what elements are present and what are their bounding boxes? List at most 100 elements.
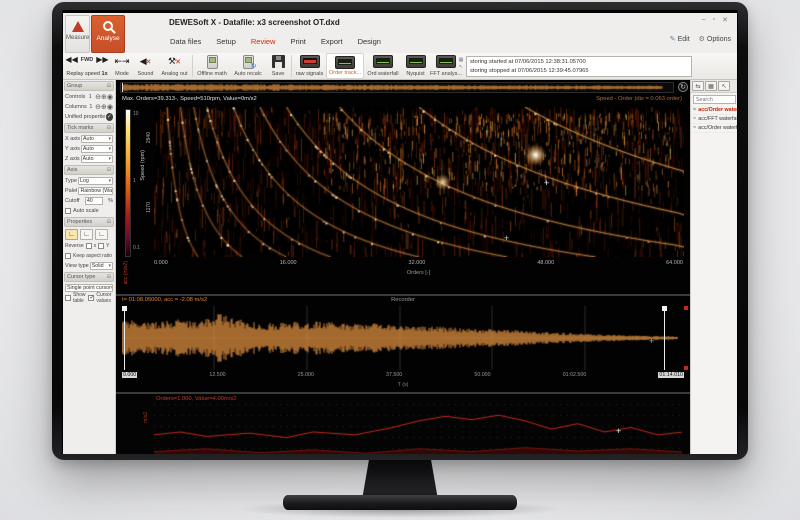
waveform-icon: ≈ bbox=[693, 125, 696, 131]
menu-design[interactable]: Design bbox=[358, 37, 381, 46]
collapse-icon[interactable]: ⊟ bbox=[107, 219, 111, 225]
keep-aspect-checkbox[interactable] bbox=[65, 253, 71, 259]
offline-math-button[interactable]: Offline math bbox=[194, 53, 230, 79]
palette-select[interactable]: Rainbow (Warm)▾ bbox=[78, 187, 113, 195]
search-input[interactable] bbox=[693, 95, 736, 104]
collapse-icon[interactable]: ⊟ bbox=[107, 167, 111, 173]
dial-icon: ◉ bbox=[107, 94, 113, 101]
tab-analyse-label: Analyse bbox=[96, 35, 119, 42]
mode-tabs: Measure Analyse bbox=[65, 15, 125, 53]
unified-properties-toggle[interactable]: ✓ bbox=[106, 113, 113, 121]
controls-stepper[interactable]: ⊖⊕◉ bbox=[95, 94, 113, 101]
window-title: DEWESoft X - Datafile: x3 screenshot OT.… bbox=[169, 18, 340, 27]
maximize-button[interactable]: ▫ bbox=[713, 16, 715, 24]
analog-out-icon: ⚒✕ bbox=[168, 55, 181, 68]
menu-export[interactable]: Export bbox=[321, 37, 343, 46]
order-tracking-button[interactable]: Order track... bbox=[326, 53, 364, 79]
tab-analyse[interactable]: Analyse bbox=[91, 15, 125, 53]
mode-button[interactable]: ⇤⇥ Mode bbox=[111, 53, 133, 79]
menu-review[interactable]: Review bbox=[251, 37, 276, 46]
sound-button[interactable]: ◀✕ Sound bbox=[133, 53, 158, 79]
nyquist-icon bbox=[406, 55, 426, 68]
overview-waveform-canvas[interactable] bbox=[123, 83, 663, 92]
raw-signals-button[interactable]: raw signals bbox=[293, 53, 326, 79]
view-type-select[interactable]: Solid▾ bbox=[90, 262, 113, 270]
menu-setup[interactable]: Setup bbox=[216, 37, 236, 46]
order-waterfall-button[interactable]: Ord waterfall bbox=[364, 53, 402, 79]
section-properties[interactable]: Properties⊟ bbox=[64, 217, 114, 227]
chevron-down-icon: ▾ bbox=[108, 136, 111, 142]
options-button[interactable]: ⚙ Options bbox=[699, 35, 731, 43]
storing-log-box[interactable]: storing started at 07/06/2015 12:38:31.0… bbox=[466, 56, 692, 77]
waterfall-cursor-cross-2[interactable]: + bbox=[504, 235, 509, 241]
recorder-waveform-canvas[interactable] bbox=[122, 306, 678, 370]
section-axis[interactable]: Axis⊟ bbox=[64, 165, 114, 175]
channel-setup-icon[interactable]: ⇆ bbox=[692, 81, 704, 91]
rewind-icon[interactable]: ◀◀ bbox=[65, 55, 77, 64]
edit-button[interactable]: ✎ Edit bbox=[670, 35, 690, 43]
reverse-x-checkbox[interactable] bbox=[86, 243, 92, 249]
cutoff-unit: % bbox=[108, 198, 113, 204]
replay-controls[interactable]: ◀◀ FWD ▶▶ Replay speed 1x bbox=[63, 53, 111, 79]
axis-marker-bottom[interactable] bbox=[684, 366, 688, 370]
auto-scale-checkbox[interactable] bbox=[65, 208, 71, 214]
cursor-type-select[interactable]: Single point cursor▾ bbox=[65, 284, 113, 292]
channel-item-order-waterfall[interactable]: ≈ acc/Order waterfall bbox=[691, 106, 737, 115]
save-button[interactable]: Save bbox=[266, 53, 290, 79]
cutoff-input[interactable]: 40 bbox=[85, 197, 103, 205]
channel-item-fft-waterfall[interactable]: ≈ acc/FFT waterfall bbox=[691, 115, 737, 124]
z-axis-select[interactable]: Auto▾ bbox=[81, 155, 113, 163]
graph-type-iso-button[interactable]: ∟ bbox=[95, 229, 108, 240]
grid-view-icon[interactable]: ▦ bbox=[705, 81, 717, 91]
x-axis-select[interactable]: Auto▾ bbox=[81, 135, 113, 143]
nyquist-button[interactable]: Nyquist bbox=[402, 53, 429, 79]
menu-data-files[interactable]: Data files bbox=[170, 37, 201, 46]
overview-position-marker[interactable] bbox=[122, 83, 123, 92]
waveform-icon: ≈ bbox=[693, 116, 696, 122]
unified-properties-row: Unified properties ✓ bbox=[63, 112, 115, 122]
reverse-y-checkbox[interactable] bbox=[98, 243, 104, 249]
tab-measure[interactable]: Measure bbox=[65, 15, 90, 53]
recorder-right-cursor[interactable] bbox=[664, 306, 665, 370]
order-time-cursor-cross[interactable]: + bbox=[616, 428, 621, 434]
auto-recalc-button[interactable]: ↻ Auto recalc bbox=[230, 53, 266, 79]
fft-analysis-icon bbox=[436, 55, 456, 68]
section-cursor[interactable]: Cursor type⊟ bbox=[64, 272, 114, 282]
replay-speed-value[interactable]: 1x bbox=[102, 71, 108, 77]
overview-strip[interactable] bbox=[120, 82, 674, 93]
waterfall-cursor-cross[interactable]: + bbox=[544, 180, 549, 186]
collapse-icon[interactable]: ⊟ bbox=[107, 83, 111, 89]
recorder-cursor-cross[interactable]: + bbox=[649, 338, 654, 344]
minimize-button[interactable]: – bbox=[702, 16, 706, 24]
order-tracking-icon bbox=[335, 56, 355, 69]
mute-speaker-icon: ◀✕ bbox=[140, 55, 152, 68]
y-axis-select[interactable]: Auto▾ bbox=[81, 145, 113, 153]
cursor-values-checkbox[interactable] bbox=[88, 295, 94, 301]
gear-icon: ⚙ bbox=[699, 36, 705, 43]
recorder-panel: t= 01:08.05000, acc = -2.08 m/s2 Recorde… bbox=[116, 294, 690, 392]
section-group[interactable]: Group⊟ bbox=[64, 81, 114, 91]
waterfall-spectrogram-canvas[interactable] bbox=[154, 107, 684, 257]
order-waterfall-icon bbox=[373, 55, 393, 68]
collapse-icon[interactable]: ⊟ bbox=[107, 125, 111, 131]
cursor-options-row: Show table Cursor values bbox=[63, 293, 115, 303]
section-tick-marks[interactable]: Tick marks⊟ bbox=[64, 123, 114, 133]
graph-type-2d-button[interactable]: ∟ bbox=[65, 229, 78, 240]
collapse-icon[interactable]: ⊟ bbox=[107, 274, 111, 280]
recorder-left-cursor[interactable] bbox=[124, 306, 125, 370]
waterfall-status-row: Max. Orders=39.313-, Speed=510rpm, Value… bbox=[122, 96, 682, 102]
select-pointer-icon[interactable]: ↖ bbox=[718, 81, 730, 91]
show-table-checkbox[interactable] bbox=[65, 295, 71, 301]
graph-type-3d-button[interactable]: ∟ bbox=[80, 229, 93, 240]
order-time-chart-canvas[interactable] bbox=[154, 404, 684, 454]
scale-type-select[interactable]: Log▾ bbox=[78, 177, 113, 185]
channel-item-order-waterfall-time[interactable]: ≈ acc/Order waterfall[time] bbox=[691, 124, 737, 133]
refresh-icon[interactable]: ↻ bbox=[678, 82, 688, 92]
close-button[interactable]: ✕ bbox=[722, 16, 728, 24]
columns-stepper[interactable]: ⊖⊕◉ bbox=[95, 104, 113, 111]
monitor-bezel: Measure Analyse DEWESoft X - Datafile: x… bbox=[52, 2, 748, 460]
analog-out-button[interactable]: ⚒✕ Analog out bbox=[158, 53, 191, 79]
axis-marker-top[interactable] bbox=[684, 306, 688, 310]
menu-print[interactable]: Print bbox=[290, 37, 305, 46]
fast-forward-icon[interactable]: ▶▶ bbox=[96, 55, 108, 64]
